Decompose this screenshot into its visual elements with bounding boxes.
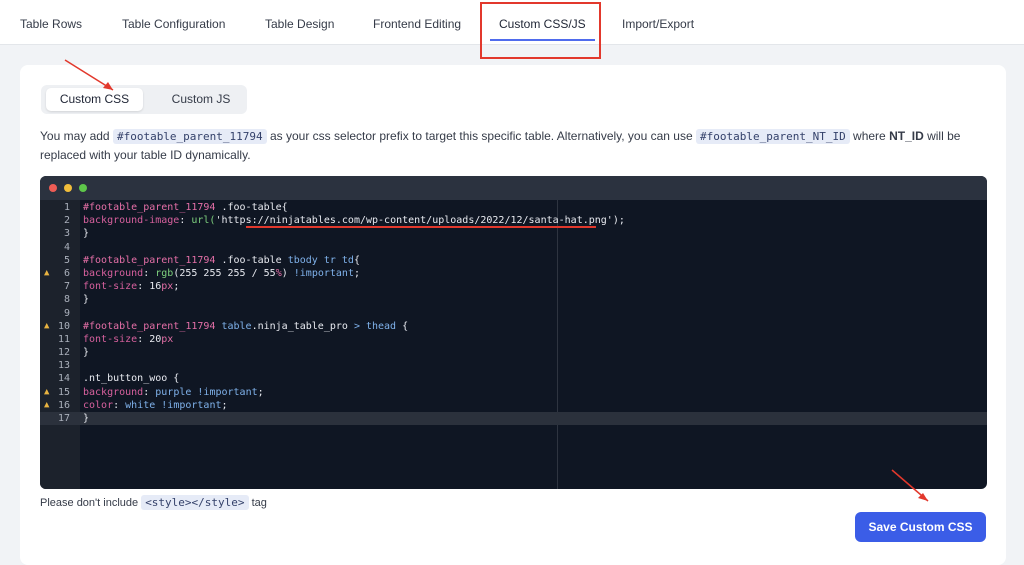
code-text: background: rgb(255 255 255 / 55%) !impo… [83, 267, 361, 279]
code-line[interactable]: ▲ 15 background: purple !important; [40, 386, 987, 399]
tab-table-design[interactable]: Table Design [265, 0, 334, 45]
code-text: } [83, 228, 90, 240]
annotation-arrow [891, 469, 929, 502]
code-text: } [83, 294, 90, 306]
line-number: 5 [63, 254, 70, 266]
line-number: 12 [57, 347, 70, 359]
line-number: 10 [57, 320, 70, 332]
line-number: 11 [57, 333, 70, 345]
code-line[interactable]: 3} [40, 227, 987, 240]
line-number: 17 [57, 413, 70, 424]
line-number: 3 [63, 228, 70, 240]
line-number: 7 [63, 281, 70, 293]
code-text: background: purple !important; [83, 386, 264, 398]
tab-table-rows[interactable]: Table Rows [20, 0, 82, 45]
line-number: 16 [57, 399, 70, 411]
code-line[interactable]: 1 #footable_parent_11794 .foo-table{ [40, 201, 987, 214]
code-line[interactable]: 17} [40, 412, 987, 426]
code-line[interactable]: ▲ 10 #footable_parent_11794 table.ninja_ta… [40, 320, 987, 333]
line-number: 13 [57, 360, 70, 372]
code-text: #footable_parent_11794 .foo-table{ [83, 202, 288, 213]
code-line[interactable]: ▲ 6 background: rgb(255 255 255 / 55%) !im… [40, 267, 987, 280]
line-number: 8 [63, 294, 70, 306]
tab-table-configuration[interactable]: Table Configuration [122, 0, 225, 45]
annotation-box [480, 2, 601, 59]
code-line[interactable]: 11 font-size: 20px [40, 333, 987, 346]
code-text: #footable_parent_11794 table.ninja_table… [83, 320, 409, 332]
line-number: 15 [57, 386, 70, 398]
selector-placeholder-code: #footable_parent_NT_ID [696, 129, 850, 144]
line-number: 4 [63, 241, 70, 253]
selector-code: #footable_parent_11794 [112, 129, 267, 144]
code-line[interactable]: 5 #footable_parent_11794 .foo-table tbody… [40, 254, 987, 267]
code-line[interactable]: 8} [40, 293, 987, 306]
code-text: .nt_button_woo { [83, 373, 180, 385]
annotation-arrow [64, 59, 114, 91]
custom-js-tab[interactable]: Custom JS [161, 88, 241, 111]
description: You may add #footable_parent_11794 as yo… [40, 129, 961, 162]
code-line[interactable]: 4 [40, 241, 987, 254]
code-line[interactable]: 9 [40, 307, 987, 320]
code-line[interactable]: 13 [40, 359, 987, 372]
code-text: color: white !important; [83, 399, 228, 411]
code-text: font-size: 20px [83, 333, 174, 345]
code-text: font-size: 16px; [83, 281, 180, 293]
code-line[interactable]: 7 font-size: 16px; [40, 280, 987, 293]
editor-titlebar [40, 176, 987, 200]
css-code-editor[interactable]: 1 #footable_parent_11794 .foo-table{ 2 back… [40, 176, 987, 489]
code-line[interactable]: 12} [40, 346, 987, 359]
code-line[interactable]: ▲ 16 color: white !important; [40, 399, 987, 412]
tab-frontend-editing[interactable]: Frontend Editing [373, 0, 461, 45]
line-number: 14 [57, 373, 70, 385]
line-number: 9 [63, 307, 70, 319]
footer-note: Please don't include <style></style> tag [40, 495, 267, 510]
line-number: 6 [63, 267, 70, 279]
code-text: } [83, 347, 90, 359]
save-custom-css-button[interactable]: Save Custom CSS [855, 512, 986, 542]
annotation-underline [246, 226, 596, 228]
code-text: #footable_parent_11794 .foo-table tbody … [83, 254, 360, 266]
line-number: 2 [63, 215, 70, 227]
code-text: } [83, 413, 90, 424]
tab-import-export[interactable]: Import/Export [622, 0, 694, 45]
line-number: 1 [63, 202, 70, 213]
code-line[interactable]: 14 .nt_button_woo { [40, 372, 987, 385]
